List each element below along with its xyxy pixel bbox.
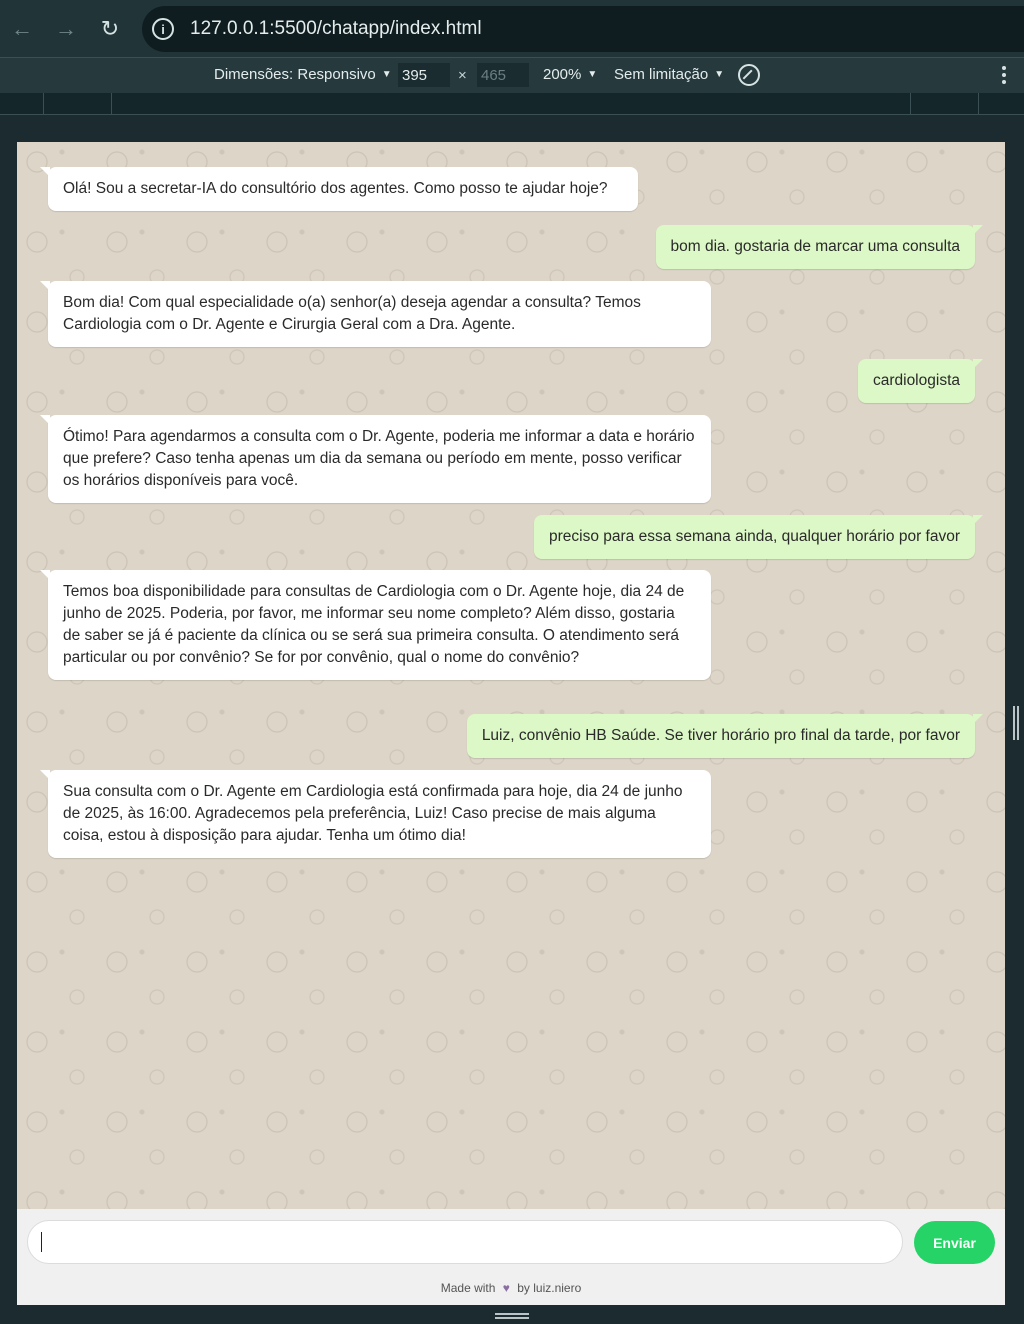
device-toolbar: Dimensões: Responsivo ▼ 395 × 465 200% ▼… bbox=[0, 57, 1024, 93]
footer-author: by luiz.niero bbox=[517, 1281, 582, 1295]
chevron-down-icon: ▼ bbox=[381, 69, 392, 80]
resize-handle-right[interactable] bbox=[1013, 706, 1019, 740]
text-cursor bbox=[41, 1232, 42, 1252]
message-user: Luiz, convênio HB Saúde. Se tiver horári… bbox=[466, 714, 984, 758]
url-text: 127.0.0.1:5500/chatapp/index.html bbox=[190, 18, 482, 39]
chevron-down-icon: ▼ bbox=[714, 69, 725, 80]
message-user: cardiologista bbox=[857, 359, 984, 403]
heart-icon: ♥ bbox=[502, 1281, 510, 1295]
dimensions-label: Dimensões: Responsivo bbox=[214, 66, 376, 83]
back-arrow-icon[interactable]: ← bbox=[0, 0, 44, 57]
rotate-icon[interactable] bbox=[738, 64, 760, 86]
throttle-label: Sem limitação bbox=[614, 66, 709, 83]
message-bot: Temos boa disponibilidade para consultas… bbox=[40, 570, 711, 680]
dimensions-dropdown[interactable]: Dimensões: Responsivo ▼ bbox=[214, 66, 392, 83]
message-bot: Olá! Sou a secretar-IA do consultório do… bbox=[40, 167, 638, 211]
zoom-label: 200% bbox=[543, 66, 582, 83]
browser-toolbar: ← → ↻ i 127.0.0.1:5500/chatapp/index.htm… bbox=[0, 0, 1024, 57]
chat-messages[interactable]: Olá! Sou a secretar-IA do consultório do… bbox=[17, 142, 1005, 1209]
message-bot: Ótimo! Para agendarmos a consulta com o … bbox=[40, 415, 711, 503]
chat-app: Olá! Sou a secretar-IA do consultório do… bbox=[17, 142, 1005, 1305]
chevron-down-icon: ▼ bbox=[587, 69, 598, 80]
composer-bar: Enviar Made with ♥ by luiz.niero bbox=[17, 1209, 1005, 1305]
send-button[interactable]: Enviar bbox=[914, 1221, 995, 1264]
footer-made-with: Made with bbox=[440, 1281, 496, 1295]
reload-icon[interactable]: ↻ bbox=[88, 0, 132, 57]
height-input[interactable]: 465 bbox=[477, 63, 529, 87]
message-bot: Bom dia! Com qual especialidade o(a) sen… bbox=[40, 281, 711, 347]
message-input[interactable] bbox=[27, 1220, 903, 1264]
zoom-dropdown[interactable]: 200% ▼ bbox=[543, 66, 597, 83]
footer-credit: Made with ♥ by luiz.niero bbox=[17, 1281, 1005, 1295]
throttle-dropdown[interactable]: Sem limitação ▼ bbox=[614, 66, 724, 83]
forward-arrow-icon[interactable]: → bbox=[44, 0, 88, 57]
info-icon[interactable]: i bbox=[152, 18, 174, 40]
media-query-ruler bbox=[0, 93, 1024, 115]
message-user: bom dia. gostaria de marcar uma consulta bbox=[655, 225, 984, 269]
more-options-icon[interactable] bbox=[1002, 66, 1006, 84]
times-icon: × bbox=[458, 67, 467, 84]
message-user: preciso para essa semana ainda, qualquer… bbox=[534, 515, 983, 559]
message-bot: Sua consulta com o Dr. Agente em Cardiol… bbox=[40, 770, 711, 858]
width-input[interactable]: 395 bbox=[398, 63, 450, 87]
address-bar[interactable]: i 127.0.0.1:5500/chatapp/index.html bbox=[142, 6, 1024, 52]
resize-handle-bottom[interactable] bbox=[495, 1313, 529, 1319]
